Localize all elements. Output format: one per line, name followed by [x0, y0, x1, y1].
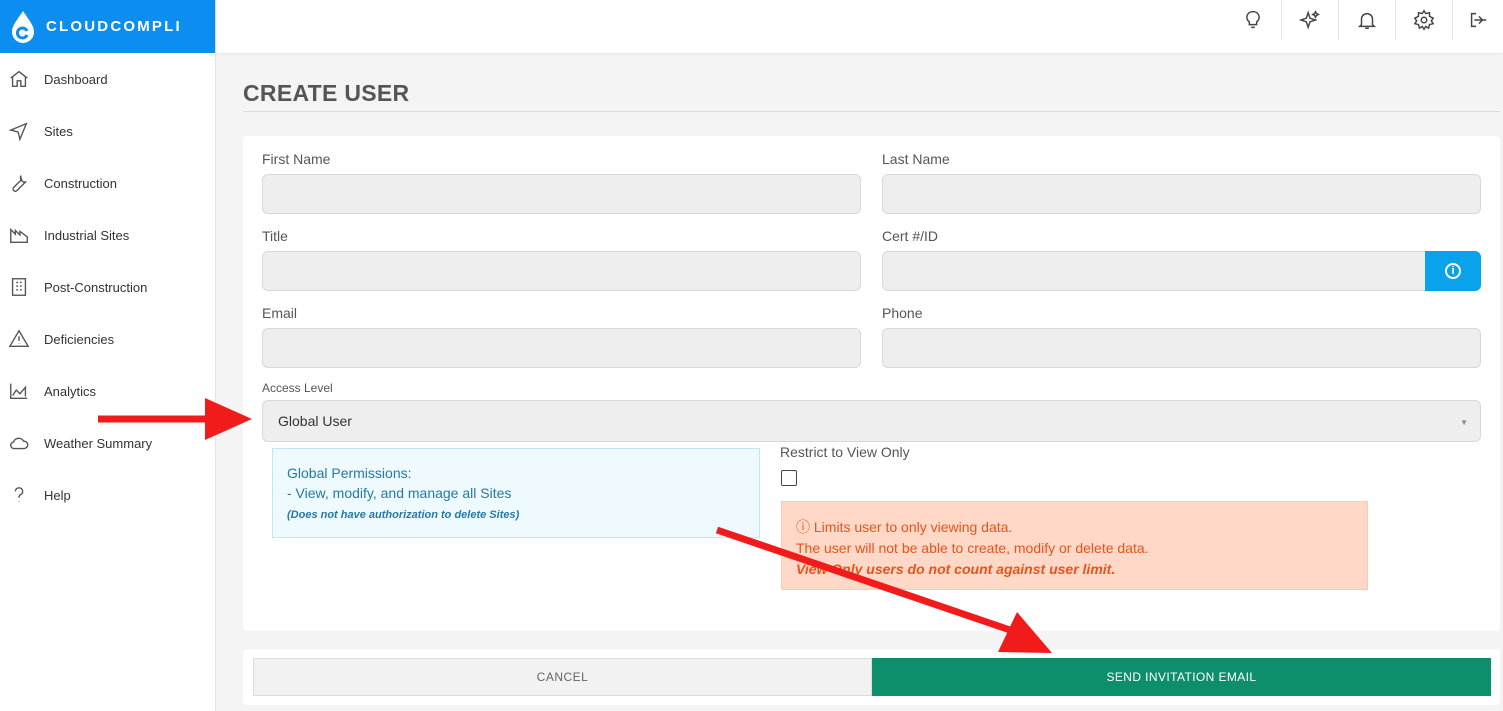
gear-icon [1413, 9, 1435, 31]
last-name-label: Last Name [882, 151, 950, 167]
cancel-button[interactable]: CANCEL [253, 658, 872, 696]
sidebar-item-analytics[interactable]: Analytics [0, 365, 215, 417]
sidebar-item-dashboard[interactable]: Dashboard [0, 53, 215, 105]
home-icon [10, 70, 28, 88]
sidebar-item-industrial-sites[interactable]: Industrial Sites [0, 209, 215, 261]
logout-icon [1470, 12, 1487, 28]
settings-button[interactable] [1396, 0, 1453, 40]
view-only-warning: ⓘ Limits user to only viewing data. The … [781, 501, 1368, 590]
sidebar-item-label: Post-Construction [44, 279, 148, 295]
form-actions: CANCEL SEND INVITATION EMAIL [243, 649, 1500, 705]
chevron-down-icon: ▼ [1460, 418, 1468, 427]
phone-input[interactable] [882, 328, 1481, 368]
warning-icon [8, 329, 30, 348]
warning-line-1: ⓘ Limits user to only viewing data. [796, 519, 1013, 535]
email-input[interactable] [262, 328, 861, 368]
warning-line-3: View Only users do not count against use… [796, 561, 1116, 577]
permissions-line: - View, modify, and manage all Sites [287, 485, 512, 501]
last-name-input[interactable] [882, 174, 1481, 214]
first-name-label: First Name [262, 151, 331, 167]
sidebar-nav: Dashboard Sites Construction Industrial … [0, 53, 215, 521]
sidebar-item-deficiencies[interactable]: Deficiencies [0, 313, 215, 365]
sidebar-item-sites[interactable]: Sites [0, 105, 215, 157]
phone-label: Phone [882, 305, 923, 321]
sidebar: CLOUDCOMPLI Dashboard Sites Construction… [0, 0, 216, 711]
notifications-button[interactable] [1339, 0, 1396, 40]
bell-icon [1357, 12, 1377, 29]
factory-icon [10, 227, 28, 244]
navigation-icon [8, 122, 28, 142]
sidebar-item-label: Analytics [44, 383, 97, 399]
top-icon-group [1225, 0, 1503, 40]
sidebar-item-label: Weather Summary [44, 435, 153, 451]
sidebar-item-post-construction[interactable]: Post-Construction [0, 261, 215, 313]
info-icon: i [1445, 263, 1461, 279]
top-bar [216, 0, 1503, 53]
permissions-note: (Does not have authorization to delete S… [287, 509, 520, 521]
cert-input[interactable] [882, 251, 1427, 291]
lightbulb-icon [1246, 11, 1260, 29]
brand-name: CLOUDCOMPLI [46, 18, 182, 35]
cert-info-button[interactable]: i [1425, 251, 1481, 291]
sidebar-item-label: Sites [44, 123, 73, 139]
cert-label: Cert #/ID [882, 228, 939, 244]
email-label: Email [262, 305, 298, 321]
sidebar-item-label: Help [44, 487, 71, 503]
access-level-select[interactable]: Global User ▼ [262, 400, 1481, 442]
title-divider [243, 111, 1500, 112]
view-only-label: Restrict to View Only [780, 444, 910, 460]
sidebar-item-label: Deficiencies [44, 331, 115, 347]
logout-button[interactable] [1453, 0, 1503, 40]
title-label: Title [262, 228, 288, 244]
sidebar-item-help[interactable]: Help [0, 469, 215, 521]
sparkles-icon [1299, 10, 1320, 30]
title-input[interactable] [262, 251, 861, 291]
create-user-form: First Name Last Name Title Cert #/ID i E… [243, 136, 1500, 631]
send-invitation-button[interactable]: SEND INVITATION EMAIL [872, 658, 1491, 696]
tips-button[interactable] [1225, 0, 1282, 40]
sidebar-item-label: Dashboard [44, 71, 108, 87]
wrench-icon [12, 175, 28, 192]
area-chart-icon [10, 383, 28, 400]
first-name-input[interactable] [262, 174, 861, 214]
water-drop-logo-icon [12, 10, 34, 43]
access-level-value: Global User [278, 413, 352, 429]
page-title: CREATE USER [243, 80, 410, 106]
permissions-heading: Global Permissions: [287, 465, 412, 481]
brand-logo[interactable]: CLOUDCOMPLI [0, 0, 215, 53]
building-icon [11, 278, 27, 296]
sidebar-item-label: Industrial Sites [44, 227, 130, 243]
warning-line-2: The user will not be able to create, mod… [796, 540, 1149, 556]
sidebar-item-weather-summary[interactable]: Weather Summary [0, 417, 215, 469]
cloud-icon [10, 437, 29, 450]
permissions-info-box: Global Permissions: - View, modify, and … [272, 448, 760, 538]
question-icon [14, 487, 24, 502]
sidebar-item-construction[interactable]: Construction [0, 157, 215, 209]
access-level-label: Access Level [262, 381, 333, 395]
sidebar-item-label: Construction [44, 175, 117, 191]
view-only-checkbox[interactable] [781, 470, 797, 486]
ai-assist-button[interactable] [1282, 0, 1339, 40]
